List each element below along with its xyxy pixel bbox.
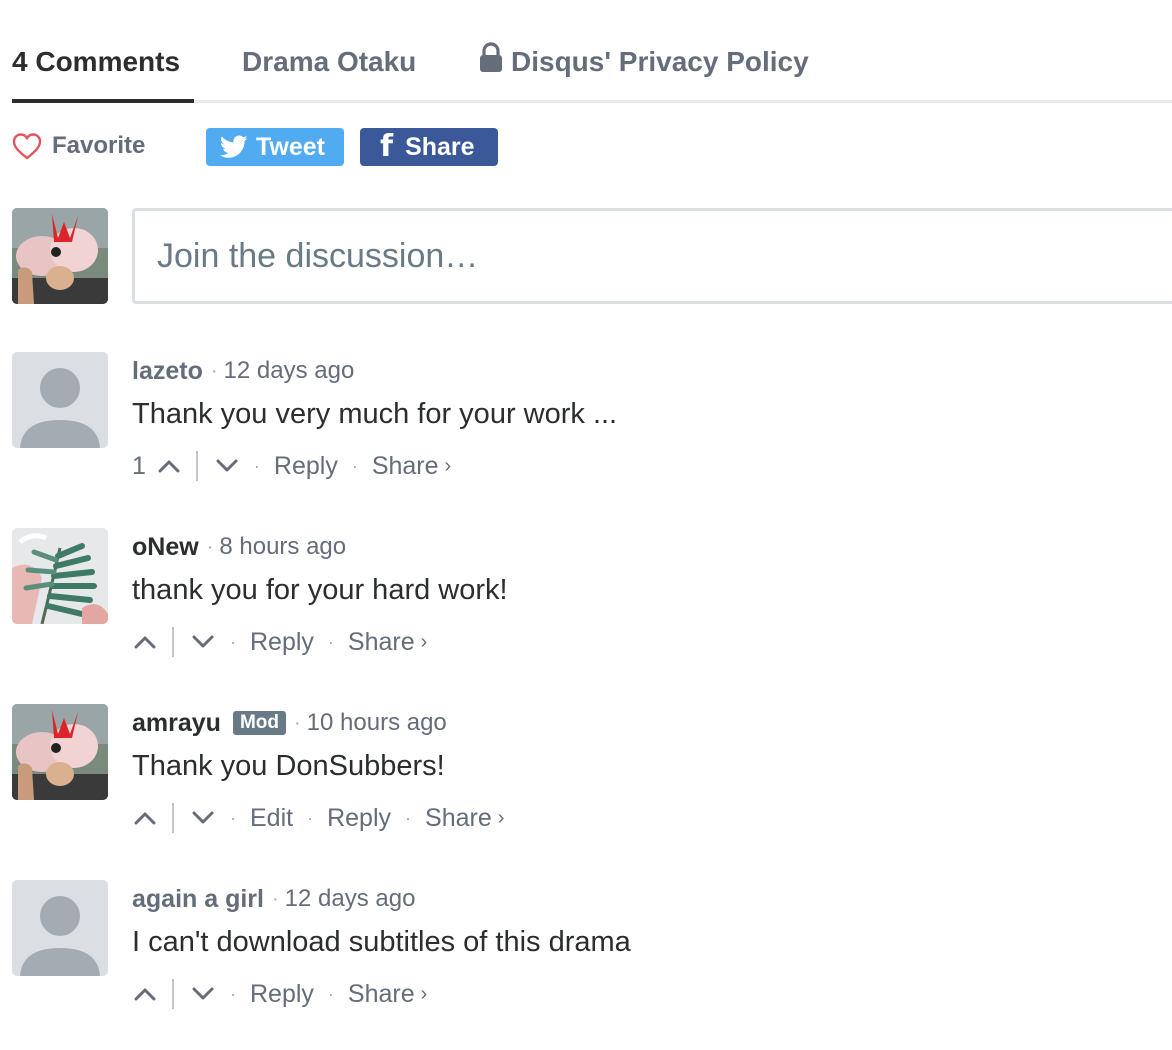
default-user-avatar[interactable] [12,880,108,976]
chevron-up-icon [158,460,180,473]
comment-footer: · Reply · Share › [132,624,427,660]
separator-dot: · [327,631,334,652]
facebook-share-label: Share [405,132,475,161]
separator-dot: · [230,983,236,1004]
facebook-share-button[interactable]: f Share [360,128,498,166]
comment-timestamp[interactable]: 8 hours ago [219,533,346,561]
chevron-down-icon [192,635,214,648]
moderator-badge: Mod [232,711,286,735]
comment-item: lazeto · 12 days ago Thank you very much… [0,352,1172,502]
comment-timestamp[interactable]: 10 hours ago [307,709,447,737]
comment-item: amrayu Mod · 10 hours ago Thank you DonS… [0,704,1172,854]
chevron-down-icon [216,459,238,472]
upvote-button[interactable] [132,803,158,833]
reply-link[interactable]: Reply [250,628,314,657]
share-chevron: › [444,454,452,477]
share-chevron: › [420,630,428,653]
chevron-up-icon [134,988,156,1001]
reply-link[interactable]: Reply [274,452,338,481]
twitter-bird-icon [220,135,248,158]
edit-link[interactable]: Edit [250,804,293,833]
comment-header: lazeto · 12 days ago [132,354,354,388]
separator-dot: · [253,455,260,476]
comment-footer: · Edit · Reply · Share › [132,800,504,836]
tweet-button[interactable]: Tweet [206,128,344,166]
comment-footer: 1 · Reply · Share › [132,448,451,484]
comment-author[interactable]: oNew [132,533,199,562]
comment-item: again a girl · 12 days ago I can't downl… [0,880,1172,1030]
user-avatar[interactable] [12,528,108,624]
comment-body: Thank you DonSubbers! [132,750,445,782]
separator-dot: · [210,359,218,382]
separator-dot: · [230,631,236,652]
upvote-button[interactable] [156,451,182,481]
comment-timestamp[interactable]: 12 days ago [285,885,416,913]
downvote-button[interactable] [214,451,240,481]
vote-divider [172,627,174,657]
comment-timestamp[interactable]: 12 days ago [224,357,355,385]
comment-item: oNew · 8 hours ago thank you for your ha… [0,528,1172,678]
tab-community[interactable]: Drama Otaku [242,40,416,84]
comment-header: amrayu Mod · 10 hours ago [132,706,447,740]
current-user-avatar[interactable] [12,208,108,304]
downvote-button[interactable] [190,979,216,1009]
privacy-policy-label: Disqus' Privacy Policy [511,46,809,77]
vote-divider [195,451,198,481]
comment-author[interactable]: amrayu [132,709,221,738]
tab-privacy-policy[interactable]: Disqus' Privacy Policy [479,40,809,87]
vote-count: 1 [132,451,146,480]
separator-dot: · [206,535,214,558]
share-link[interactable]: Share [348,980,415,1009]
heart-icon [12,133,42,160]
comments-nav: 4 Comments Drama Otaku Disqus' Privacy P… [0,0,1172,104]
separator-dot: · [307,807,314,828]
downvote-button[interactable] [190,803,216,833]
share-link[interactable]: Share [425,804,492,833]
separator-dot: · [327,983,334,1004]
reply-link[interactable]: Reply [250,980,314,1009]
chevron-down-icon [192,987,214,1000]
comment-body: I can't download subtitles of this drama [132,926,631,958]
upvote-button[interactable] [132,979,158,1009]
share-link[interactable]: Share [348,628,415,657]
vote-divider [172,803,174,833]
comment-header: oNew · 8 hours ago [132,530,346,564]
separator-dot: · [351,455,358,476]
user-avatar[interactable] [12,704,108,800]
comment-body: thank you for your hard work! [132,574,508,606]
share-chevron: › [420,982,428,1005]
lock-icon [479,42,503,87]
separator-dot: · [294,711,301,734]
tab-comments[interactable]: 4 Comments [12,40,180,84]
default-user-avatar[interactable] [12,352,108,448]
reply-link[interactable]: Reply [327,804,391,833]
join-discussion-input[interactable] [132,208,1172,304]
tweet-label: Tweet [256,132,325,161]
comment-header: again a girl · 12 days ago [132,882,415,916]
active-tab-underline [12,99,194,103]
comment-body: Thank you very much for your work ... [132,398,618,430]
share-chevron: › [497,806,505,829]
comment-author[interactable]: again a girl [132,885,264,914]
chevron-up-icon [134,812,156,825]
downvote-button[interactable] [190,627,216,657]
comment-author[interactable]: lazeto [132,357,203,386]
chevron-up-icon [134,636,156,649]
upvote-button[interactable] [132,627,158,657]
share-link[interactable]: Share [372,452,439,481]
comment-footer: · Reply · Share › [132,976,427,1012]
chevron-down-icon [192,811,214,824]
favorite-label: Favorite [52,132,146,159]
favorite-button[interactable]: Favorite [12,128,145,164]
vote-divider [172,979,174,1009]
separator-dot: · [230,807,236,828]
separator-dot: · [271,887,279,910]
facebook-f-icon: f [380,129,394,164]
separator-dot: · [405,807,412,828]
